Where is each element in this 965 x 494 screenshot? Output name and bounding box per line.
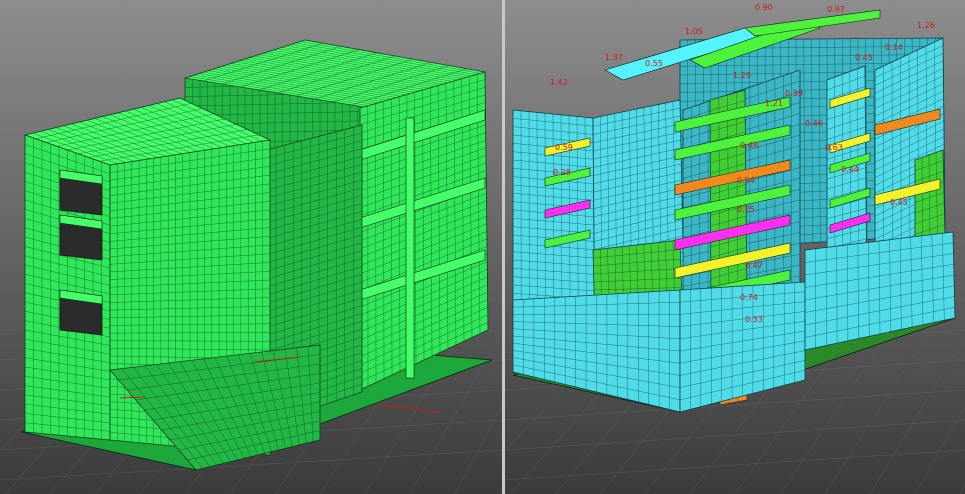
result-label: 0.74 [740, 293, 758, 302]
result-label: 1.42 [550, 78, 568, 87]
result-label: 1.29 [733, 71, 751, 80]
result-label: 1.05 [685, 27, 703, 36]
result-label: 0.59 [555, 143, 573, 152]
result-label: 0.63 [825, 143, 843, 152]
result-label: 0.45 [890, 198, 908, 207]
result-label: 0.25 [737, 205, 755, 214]
column [405, 117, 415, 379]
result-label: 0.47 [745, 261, 763, 270]
result-label: 0.55 [645, 59, 663, 68]
structural-model-canvas [0, 0, 502, 494]
viewport-results-model[interactable]: 1.42 0.90 0.97 1.05 1.37 0.55 1.29 0.48 1.21 0.39… [505, 0, 965, 494]
result-label: 0.54 [737, 176, 755, 185]
result-label: 0.45 [855, 53, 873, 62]
result-label: 0.97 [827, 5, 845, 14]
result-label: 0.28 [553, 168, 571, 177]
result-label: 0.44 [841, 165, 859, 174]
result-label: 0.33 [745, 315, 763, 324]
result-label: 0.90 [755, 3, 773, 12]
result-label: 0.14 [885, 43, 903, 52]
viewport-structural-model[interactable] [0, 0, 502, 494]
result-label: 0.39 [785, 89, 803, 98]
result-label: 0.48 [740, 141, 758, 150]
result-label: 1.21 [765, 99, 783, 108]
result-label: 0.46 [805, 119, 823, 128]
result-label: 1.37 [605, 53, 623, 62]
result-label: 1.26 [917, 21, 935, 30]
results-model-canvas: 1.42 0.90 0.97 1.05 1.37 0.55 1.29 0.48 1.210.39… [505, 0, 965, 494]
